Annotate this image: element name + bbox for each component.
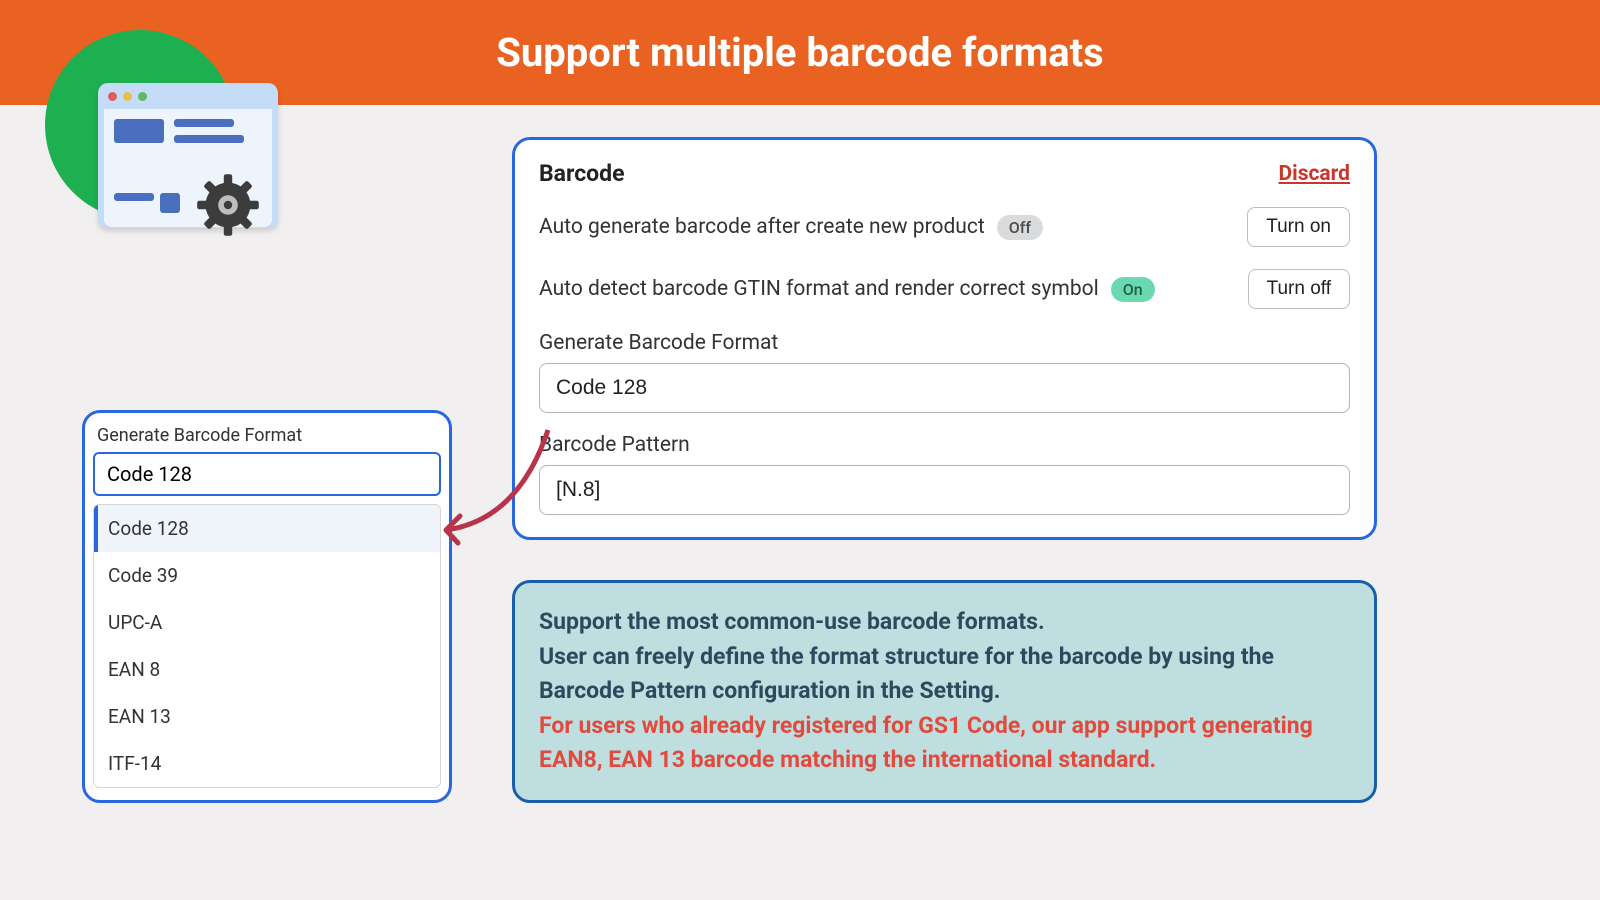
format-label: Generate Barcode Format xyxy=(539,331,1350,355)
format-dropdown-panel: Generate Barcode Format Code 128 Code 12… xyxy=(82,410,452,803)
panel-title: Barcode xyxy=(539,160,625,187)
discard-link[interactable]: Discard xyxy=(1279,162,1351,186)
setting-auto-generate: Auto generate barcode after create new p… xyxy=(539,207,1350,247)
dropdown-option[interactable]: ITF-14 xyxy=(94,740,440,787)
info-text-highlight: For users who already registered for GS1… xyxy=(539,709,1350,778)
barcode-settings-panel: Barcode Discard Auto generate barcode af… xyxy=(512,137,1377,540)
status-badge-off: Off xyxy=(997,215,1043,240)
dropdown-option[interactable]: UPC-A xyxy=(94,599,440,646)
setting-label: Auto detect barcode GTIN format and rend… xyxy=(539,277,1099,301)
dropdown-selected[interactable]: Code 128 xyxy=(93,452,441,496)
dropdown-options: Code 128 Code 39 UPC-A EAN 8 EAN 13 ITF-… xyxy=(93,504,441,788)
logo xyxy=(40,25,240,225)
arrow-icon xyxy=(428,420,568,550)
pattern-label: Barcode Pattern xyxy=(539,433,1350,457)
dropdown-option[interactable]: EAN 13 xyxy=(94,693,440,740)
gear-icon xyxy=(193,170,263,240)
info-text: Support the most common-use barcode form… xyxy=(539,605,1350,640)
status-badge-on: On xyxy=(1111,277,1155,302)
dropdown-option[interactable]: Code 39 xyxy=(94,552,440,599)
pattern-input[interactable] xyxy=(539,465,1350,515)
turn-off-button[interactable]: Turn off xyxy=(1248,269,1350,309)
dropdown-option[interactable]: Code 128 xyxy=(94,505,440,552)
info-text: User can freely define the format struct… xyxy=(539,640,1350,709)
info-box: Support the most common-use barcode form… xyxy=(512,580,1377,803)
page-title: Support multiple barcode formats xyxy=(496,29,1103,76)
turn-on-button[interactable]: Turn on xyxy=(1247,207,1350,247)
dropdown-option[interactable]: EAN 8 xyxy=(94,646,440,693)
format-input[interactable] xyxy=(539,363,1350,413)
setting-auto-detect: Auto detect barcode GTIN format and rend… xyxy=(539,269,1350,309)
setting-label: Auto generate barcode after create new p… xyxy=(539,215,985,239)
dropdown-label: Generate Barcode Format xyxy=(93,423,441,452)
